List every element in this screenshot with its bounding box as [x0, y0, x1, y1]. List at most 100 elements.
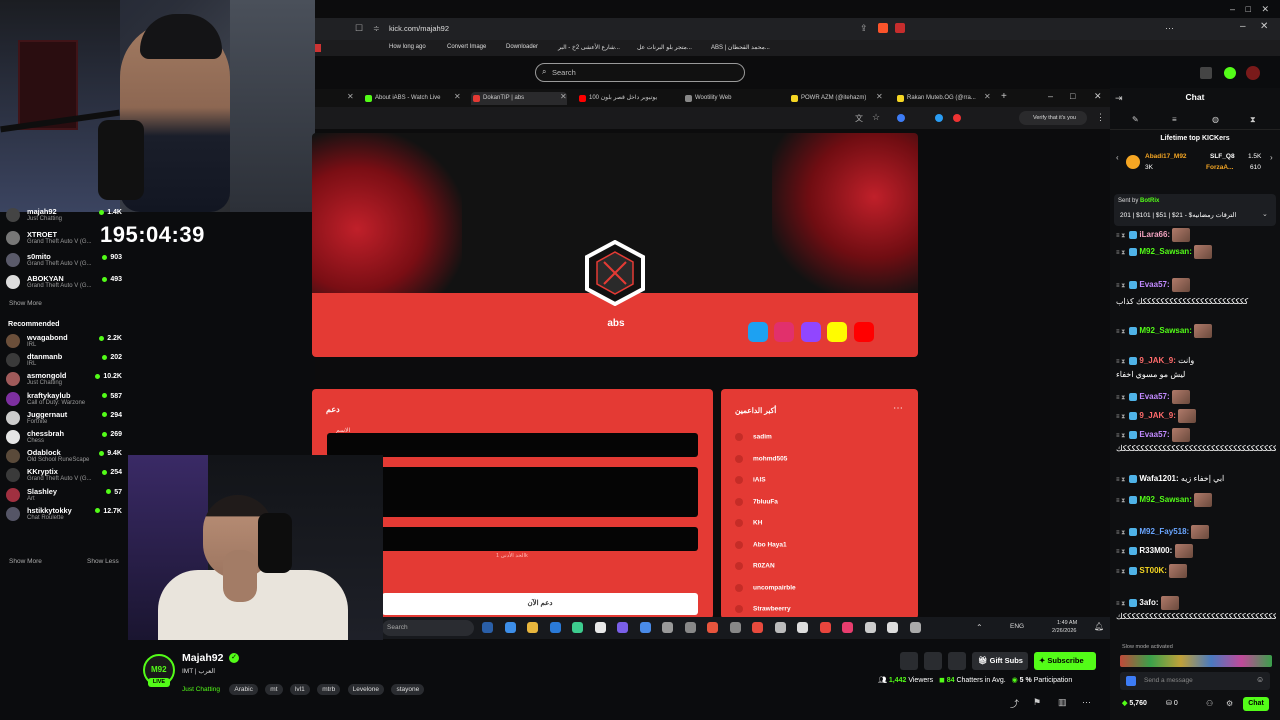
chat-username[interactable]: 3afo: [1139, 598, 1158, 607]
tag[interactable]: mtrb [317, 684, 341, 695]
sidebar-channel[interactable]: s0mito Grand Theft Auto V (G... 903 [6, 251, 124, 269]
chat-username[interactable]: M92_Sawsan: [1139, 247, 1191, 256]
tab-powr-azm[interactable]: POWR AZM (@itehazm) [789, 92, 873, 105]
kicks-display[interactable]: ⛁ 0 [1166, 699, 1178, 707]
chat-message[interactable]: ≡ ⧗ iLara66: [1116, 228, 1276, 242]
extension-icon[interactable] [935, 114, 943, 122]
chat-message[interactable]: ≡ ⧗ M92_Sawsan: [1116, 324, 1276, 338]
list-icon[interactable]: ≡ [1172, 115, 1177, 124]
sidebar-item-chessbrah[interactable]: chessbrah Chess 269 [6, 428, 124, 446]
twitter-icon[interactable] [748, 322, 768, 342]
sidebar-item-slashley[interactable]: Slashley Art 57 [6, 486, 124, 504]
sidebar-item-kkryptix[interactable]: KKryptix Grand Theft Auto V (G... 254 [6, 466, 124, 484]
taskbar-app-icon[interactable] [684, 622, 696, 633]
chat-message[interactable]: ≡ ⧗ Wafa1201: ابي إخفاء زيه [1116, 474, 1276, 484]
gift-subs-button[interactable]: 🎁︎ Gift Subs [972, 652, 1028, 670]
show-more-link[interactable]: Show More [9, 558, 42, 565]
chat-message[interactable]: كككككككككككككككككككككككككككككككككككككككك… [1116, 612, 1276, 621]
extension-icon[interactable] [953, 114, 961, 122]
show-more-link[interactable]: Show More [9, 300, 42, 307]
chat-message[interactable]: ≡ ⧗ M92_Sawsan: [1116, 245, 1276, 259]
sidebar-item-odablock[interactable]: Odablock Old School RuneScape 9.4K [6, 447, 124, 465]
chat-username[interactable]: R33M00: [1139, 546, 1172, 555]
brave-shield-icon[interactable] [878, 23, 888, 33]
hourglass-icon[interactable]: ⧗ [1250, 115, 1256, 125]
verify-chip[interactable]: Verify that it's you [1019, 111, 1087, 125]
close-tab-icon[interactable]: ✕ [984, 92, 991, 101]
close-tab-icon[interactable]: ✕ [560, 92, 567, 101]
chat-username[interactable]: iLara66: [1139, 230, 1170, 239]
profile-icon[interactable] [1246, 66, 1260, 80]
youtube-icon[interactable] [854, 322, 874, 342]
taskbar-app-icon[interactable] [909, 622, 921, 633]
bookmark-item[interactable]: متجر بلو البرنات عل... [637, 44, 692, 51]
sidebar-item-wvagabond[interactable]: wvagabond IRL 2.2K [6, 332, 124, 350]
instagram-icon[interactable] [774, 322, 794, 342]
tab-abs-live[interactable]: About iABS - Watch Live [363, 92, 461, 105]
taskbar-app-icon[interactable] [549, 622, 561, 633]
name-field[interactable] [327, 433, 698, 457]
chat-username[interactable]: M92_Sawsan: [1139, 326, 1191, 335]
chat-message[interactable]: ≡ ⧗ Evaa57: [1116, 390, 1276, 404]
taskbar-app-icon[interactable] [707, 622, 718, 633]
streamer-name[interactable]: Majah92 [182, 652, 223, 664]
taskbar-app-icon[interactable] [797, 622, 808, 633]
chat-message[interactable]: ≡ ⧗ 9_JAK_9: [1116, 409, 1276, 423]
chevron-up-icon[interactable]: ⌃ [976, 623, 983, 632]
sidebar-item-hstikkytokky[interactable]: hstikkytokky Chat Roulette 12.7K [6, 505, 124, 523]
sidebar-item-asmongold[interactable]: asmongold Just Chatting 10.2K [6, 370, 124, 388]
chat-input[interactable]: Send a message ☺ [1120, 672, 1270, 690]
rewards-icon[interactable] [895, 23, 905, 33]
category-link[interactable]: Just Chatting [182, 686, 220, 693]
taskbar-app-icon[interactable] [504, 622, 516, 633]
emote-bar[interactable] [1120, 655, 1272, 667]
show-less-link[interactable]: Show Less [87, 558, 119, 565]
heart-icon[interactable] [948, 652, 966, 670]
minimize-icon[interactable]: – [1048, 91, 1053, 101]
chat-username[interactable]: M92_Sawsan: [1139, 495, 1191, 504]
bubble-icon[interactable]: ◍ [1212, 115, 1219, 124]
chevron-down-icon[interactable]: ⌄ [1262, 210, 1268, 218]
bookmark-item[interactable]: Convert Image [447, 44, 486, 50]
maximize-icon[interactable]: □ [1070, 91, 1075, 101]
close-icon[interactable]: ✕ [1260, 21, 1268, 32]
close-icon[interactable]: ✕ [1094, 91, 1102, 102]
bookmark-icon[interactable]: ☐ [355, 23, 363, 34]
minimize-icon[interactable]: – [1230, 4, 1235, 14]
address-bar[interactable]: ☐ ≑ kick.com/majah92 ⇪ ⋯ – ✕ [315, 18, 1280, 40]
sidebar-item-juggernaut[interactable]: Juggernaut Fortnite 294 [6, 409, 124, 427]
chevron-left-icon[interactable]: ‹ [1116, 153, 1119, 162]
kicker-name[interactable]: ForzaA... [1206, 164, 1233, 171]
taskbar-app-icon[interactable] [617, 622, 628, 633]
chat-username[interactable]: Evaa57: [1139, 392, 1169, 401]
tab-youtube[interactable]: 100 يوتيوبر داخل قصر بلون [577, 92, 673, 105]
kick-icon[interactable] [1200, 67, 1212, 79]
chat-username[interactable]: Wafa1201: [1139, 474, 1178, 483]
subscribe-button[interactable]: ✦ Subscribe [1034, 652, 1096, 670]
sidebar-item-kraftykaylub[interactable]: kraftykaylub Call of Duty: Warzone 587 [6, 390, 124, 408]
url-text[interactable]: kick.com/majah92 [389, 24, 449, 33]
tag[interactable]: Levelone [347, 684, 385, 695]
chat-username[interactable]: ST00K: [1139, 566, 1167, 575]
share-icon[interactable]: ⤴ [1010, 697, 1019, 710]
chat-username[interactable]: M92_Fay518: [1139, 527, 1189, 536]
clip-button[interactable] [900, 652, 918, 670]
search-input[interactable]: ⌕ Search [535, 63, 745, 82]
bookmark-item[interactable]: Downloader [506, 44, 538, 50]
close-tab-icon[interactable]: ✕ [454, 92, 461, 101]
chat-username[interactable]: Evaa57: [1139, 280, 1169, 289]
chat-message[interactable]: ≡ ⧗ 3afo: [1116, 596, 1276, 610]
tag[interactable]: lvl1 [289, 684, 310, 695]
emoji-icon[interactable]: ☺ [1256, 675, 1264, 684]
chat-username[interactable]: 9_JAK_9: [1139, 356, 1175, 365]
translate-icon[interactable]: 文 [855, 113, 863, 124]
chat-message[interactable]: ≡ ⧗ 9_JAK_9: وانت [1116, 356, 1276, 366]
taskbar-app-icon[interactable] [887, 622, 898, 633]
new-tab-icon[interactable]: + [1001, 91, 1007, 102]
status-icon[interactable] [1224, 67, 1236, 79]
sidebar-item-dtanmanb[interactable]: dtanmanb IRL 202 [6, 351, 124, 369]
chat-message[interactable]: ≡ ⧗ M92_Fay518: [1116, 525, 1276, 539]
flag-icon[interactable]: ⚑ [1033, 697, 1041, 708]
taskbar-app-icon[interactable] [729, 622, 741, 633]
extension-icon[interactable] [897, 114, 905, 122]
